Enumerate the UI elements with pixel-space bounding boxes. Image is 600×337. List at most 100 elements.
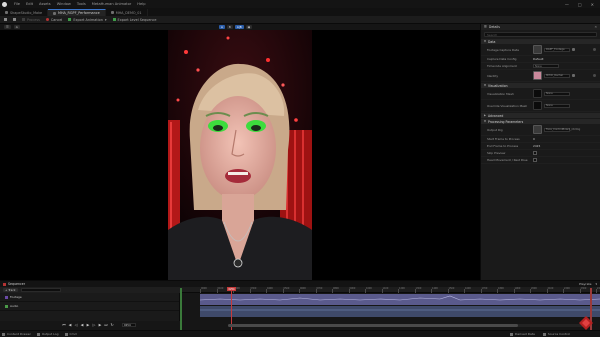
menu-metahuman[interactable]: MetaHuman Animator (92, 2, 132, 6)
ruler-label: 1800 (498, 287, 504, 290)
rig-thumbnail[interactable] (533, 125, 542, 134)
override-thumbnail[interactable] (533, 101, 542, 110)
derived-data-button[interactable]: Derived Data (510, 332, 535, 336)
window-controls: — □ ✕ (565, 2, 600, 7)
cancel-button[interactable]: Cancel (45, 18, 62, 22)
scrollbar-thumb[interactable] (228, 324, 518, 327)
ruler-label: 1900 (514, 287, 521, 290)
minimize-icon[interactable]: — (565, 2, 569, 7)
audio-clip[interactable] (200, 306, 600, 317)
playrate-control[interactable]: Playrate ▾ (579, 282, 597, 286)
identity-dropdown[interactable]: MHID_Rachel (544, 73, 570, 78)
timeline-area[interactable]: 0000 0100 0200 0300 0400 0500 0600 0700 0800 0900… (180, 287, 600, 321)
reset-icon[interactable] (593, 74, 596, 77)
section-advanced[interactable]: ▶ Advanced (481, 113, 600, 118)
unreal-logo-icon[interactable] (0, 0, 8, 8)
prop-end-frame: End Frame to Process 2415 (481, 143, 600, 150)
mesh-thumbnail[interactable] (533, 89, 542, 98)
browse-icon[interactable] (572, 74, 575, 77)
maximize-icon[interactable]: □ (578, 2, 582, 7)
process-icon (22, 18, 25, 21)
corner-logo-icon (579, 316, 593, 330)
section-label: Data (488, 39, 496, 44)
menu-tools[interactable]: Tools (77, 2, 86, 6)
ruler-label: 0900 (349, 287, 356, 290)
identity-thumbnail[interactable] (533, 71, 542, 80)
export-level-sequence-button[interactable]: Export Level Sequence (112, 18, 156, 22)
cmd-button[interactable]: Cmd (64, 332, 76, 336)
viewport-menu-button[interactable]: ☰ (4, 25, 11, 29)
sequence-icon (112, 18, 116, 21)
view-ab-button[interactable]: A|B (234, 25, 244, 29)
content-drawer-button[interactable]: Content Drawer (2, 332, 31, 336)
track-row-audio[interactable]: Audio (0, 302, 179, 311)
export-animation-button[interactable]: Export Animation ▾ (68, 17, 107, 22)
track-search-input[interactable] (20, 288, 61, 292)
play-icon[interactable]: ▶ (86, 323, 90, 327)
asset-icon (110, 11, 114, 14)
view-b-button[interactable]: B (226, 25, 233, 29)
end-frame-input[interactable]: 2415 (533, 144, 540, 148)
details-search-input[interactable]: Search (484, 32, 597, 37)
viewport[interactable] (0, 30, 480, 280)
step-back-icon[interactable]: ◁ (74, 323, 78, 327)
add-track-button[interactable]: + Track (3, 288, 18, 292)
chevron-down-icon: ▾ (104, 17, 107, 22)
prop-output-rig: Output Rig Face_ControlBoard_CtrlRig (481, 124, 600, 136)
source-control-button[interactable]: Source Control (542, 332, 570, 336)
browse-icon[interactable] (572, 48, 575, 51)
playhead-frame-label[interactable]: 0254 (227, 287, 236, 291)
time-ruler[interactable]: 0000 0100 0200 0300 0400 0500 0600 0700 0800 0900… (180, 287, 600, 293)
process-button[interactable]: Process (22, 18, 40, 22)
database-icon (510, 332, 514, 336)
collapse-triangle-icon: ▶ (484, 114, 486, 117)
tab-performance[interactable]: MHA_RGPF_Performance (48, 9, 106, 16)
go-to-end-icon[interactable]: ⏭ (104, 323, 108, 327)
view-a-button[interactable]: A (219, 25, 225, 29)
content-drawer-label: Content Drawer (7, 332, 31, 336)
prop-label: Start Frame to Process (487, 137, 520, 141)
menu-window[interactable]: Window (57, 2, 71, 6)
menu-file[interactable]: File (14, 2, 20, 6)
timecode-dropdown[interactable]: None (533, 64, 559, 68)
asset-thumbnail[interactable] (533, 45, 542, 54)
tab-shapestudio[interactable]: ShapeStudio_Make (0, 9, 49, 16)
tab-sequencer[interactable]: Sequencer (3, 282, 25, 286)
save-button[interactable] (4, 18, 7, 21)
asset-toolbar: Process Cancel Export Animation ▾ Export … (0, 16, 600, 24)
menu-assets[interactable]: Assets (39, 2, 51, 6)
skip-preview-checkbox[interactable] (533, 151, 537, 155)
view-mode-button[interactable]: A (13, 25, 20, 29)
previous-key-icon[interactable]: ◀ (68, 323, 72, 327)
close-panel-icon[interactable]: ✕ (594, 25, 597, 29)
close-window-icon[interactable]: ✕ (591, 2, 594, 7)
menu-help[interactable]: Help (137, 2, 145, 6)
track-row-footage[interactable]: Footage (0, 293, 179, 302)
override-dropdown[interactable]: None (544, 103, 570, 108)
menu-edit[interactable]: Edit (26, 2, 33, 6)
go-to-start-icon[interactable]: ⏮ (62, 323, 66, 327)
details-header: ☰ Details ✕ (481, 24, 600, 30)
rig-dropdown[interactable]: Face_ControlBoard_CtrlRig (544, 127, 580, 132)
frame-button[interactable]: ▣ (245, 25, 253, 29)
browse-button[interactable] (13, 18, 16, 21)
reset-icon[interactable] (593, 48, 596, 51)
tab-label: Sequencer (8, 282, 26, 286)
ruler-label: 2300 (580, 287, 587, 290)
output-log-button[interactable]: Output Log (36, 332, 59, 336)
footage-dropdown[interactable]: RGPF_Footage (544, 47, 570, 52)
mesh-dropdown[interactable]: None (544, 91, 570, 96)
rest-pose-checkbox[interactable] (533, 158, 537, 162)
start-frame-input[interactable]: 0 (533, 137, 535, 141)
timeline-scrollbar[interactable] (228, 324, 586, 327)
footage-clip[interactable] (199, 294, 600, 305)
log-icon (36, 332, 40, 336)
current-frame-input[interactable]: 0254 (122, 323, 136, 327)
loop-icon[interactable]: ↻ (110, 323, 114, 327)
prop-value[interactable]: Default (533, 57, 544, 61)
next-key-icon[interactable]: ▶ (98, 323, 102, 327)
ab-compare-group: A B A|B ▣ (219, 25, 253, 29)
tab-demo[interactable]: MHA_DEMO_01 (106, 9, 148, 16)
play-reverse-icon[interactable]: ◀ (80, 323, 84, 327)
step-forward-icon[interactable]: ▷ (92, 323, 96, 327)
